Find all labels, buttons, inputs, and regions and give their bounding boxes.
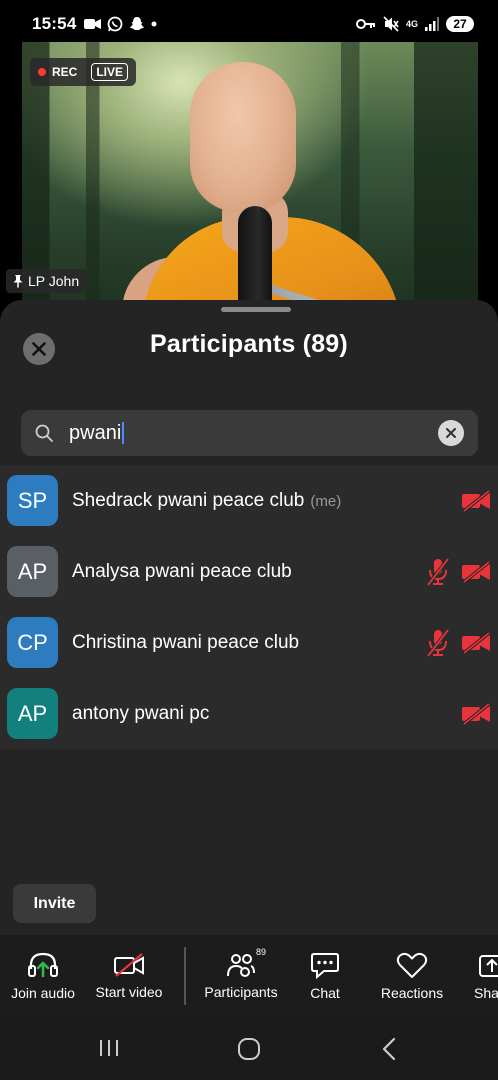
pin-icon (13, 275, 23, 288)
participant-name: Christina pwani peace club (72, 631, 300, 653)
participants-icon (227, 954, 255, 977)
participant-row[interactable]: SP Shedrack pwani peace club (me) (0, 465, 498, 536)
join-audio-label: Join audio (11, 985, 75, 1001)
status-time: 15:54 (32, 14, 77, 33)
join-audio-button[interactable]: Join audio (4, 935, 82, 1017)
participants-title: Participants (89) (150, 330, 348, 358)
dot-icon (151, 21, 157, 27)
invite-button[interactable]: Invite (13, 884, 96, 923)
search-query: pwani (69, 421, 122, 444)
participant-name-text: Shedrack pwani peace club (72, 489, 305, 511)
speaker-name: LP John (28, 273, 80, 289)
home-icon[interactable] (237, 1037, 261, 1061)
whatsapp-icon (108, 16, 123, 32)
avatar: AP (7, 688, 58, 739)
speaker-head (190, 62, 296, 212)
clear-search-button[interactable] (438, 420, 464, 446)
close-icon (32, 342, 46, 356)
status-bar: 15:54 4G 27 (0, 0, 498, 48)
rec-label: REC (52, 65, 78, 79)
chat-button[interactable]: Chat (296, 935, 354, 1017)
key-icon (355, 19, 375, 29)
video-camera-notification-icon (84, 19, 102, 29)
chat-icon (311, 953, 339, 979)
participant-name: Analysa pwani peace club (72, 560, 292, 582)
search-icon (35, 424, 53, 442)
participant-row[interactable]: AP Analysa pwani peace club (0, 536, 498, 607)
system-navigation-bar (0, 1017, 498, 1080)
mic-muted-icon (426, 628, 450, 657)
clear-icon (446, 428, 456, 438)
share-button[interactable]: Sha (474, 935, 498, 1017)
speaker-name-tag: LP John (6, 269, 88, 293)
video-off-icon (462, 489, 491, 512)
back-icon[interactable] (380, 1037, 398, 1061)
participants-sheet: Participants (89) pwani SP Shedrack pwan… (0, 300, 498, 936)
mic-muted-icon (426, 557, 450, 586)
participant-row[interactable]: AP antony pwani pc (0, 678, 498, 749)
video-off-toolbar-icon (114, 953, 144, 977)
status-notification-icons (84, 16, 157, 32)
start-video-label: Start video (95, 984, 163, 1000)
close-button[interactable] (23, 333, 55, 365)
video-off-icon (462, 560, 491, 583)
participant-row[interactable]: CP Christina pwani peace club (0, 607, 498, 678)
battery-level: 27 (446, 16, 474, 32)
reactions-button[interactable]: Reactions (372, 935, 452, 1017)
recent-apps-icon[interactable] (98, 1038, 120, 1058)
status-system-icons: 4G 27 (355, 16, 474, 32)
participants-button[interactable]: 89 Participants (198, 935, 284, 1017)
text-cursor (122, 422, 125, 445)
signal-strength-icon (425, 17, 439, 31)
avatar: SP (7, 475, 58, 526)
avatar: AP (7, 546, 58, 597)
video-off-icon (462, 631, 491, 654)
start-video-button[interactable]: Start video (90, 935, 168, 1017)
avatar: CP (7, 617, 58, 668)
share-label: Sha (474, 985, 498, 1001)
participants-count-badge: 89 (256, 947, 267, 957)
sheet-drag-handle[interactable] (221, 307, 291, 312)
live-badge: LIVE (91, 63, 129, 81)
participant-list: SP Shedrack pwani peace club (me) AP Anal… (0, 465, 498, 749)
participants-label: Participants (204, 984, 278, 1000)
mute-vibrate-icon (383, 16, 399, 32)
video-off-icon (462, 702, 491, 725)
record-dot-icon (38, 68, 46, 76)
chat-label: Chat (310, 985, 340, 1001)
network-type-label: 4G (405, 19, 418, 29)
recording-indicator: REC LIVE (30, 58, 137, 86)
share-icon (479, 955, 498, 977)
meeting-toolbar: Join audio Start video 89 Participants C… (0, 935, 498, 1017)
participant-name: antony pwani pc (72, 702, 210, 724)
microphone (238, 206, 272, 306)
heart-icon (396, 952, 428, 978)
headphones-icon (28, 952, 58, 978)
me-tag: (me) (310, 492, 342, 510)
snapchat-icon (130, 17, 145, 31)
participant-search-input[interactable]: pwani (21, 410, 478, 456)
participant-name: Shedrack pwani peace club (me) (72, 490, 341, 512)
reactions-label: Reactions (380, 985, 444, 1001)
toolbar-divider (184, 947, 186, 1005)
